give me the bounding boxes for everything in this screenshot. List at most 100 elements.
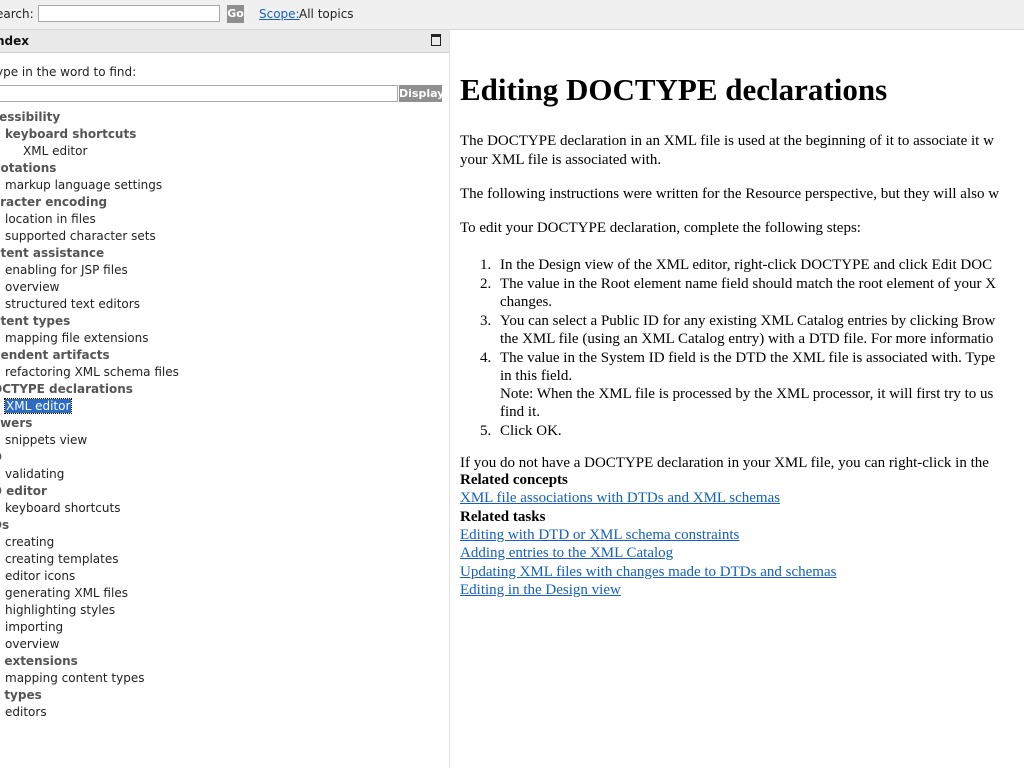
related-concepts-heading: Related concepts <box>460 472 568 488</box>
index-entry-label: e types <box>0 688 42 702</box>
step-text: Note: When the XML file is processed by … <box>500 386 994 402</box>
intro-line-2: your XML file is associated with. <box>460 152 662 168</box>
index-entry[interactable]: creating <box>0 534 449 551</box>
step-item: 4. The value in the System ID field is th… <box>460 349 996 421</box>
index-entry[interactable]: highlighting styles <box>0 602 449 619</box>
index-entry-label: importing <box>5 620 64 634</box>
index-entry[interactable]: editors <box>0 704 449 721</box>
index-entry[interactable]: aracter encoding <box>0 194 449 211</box>
index-title: ndex <box>0 34 30 48</box>
index-entry[interactable]: ntent assistance <box>0 245 449 262</box>
index-entry-label: generating XML files <box>5 586 128 600</box>
maximize-icon[interactable] <box>431 34 441 46</box>
index-entry[interactable]: cessibility <box>0 109 449 126</box>
index-entry[interactable]: mapping content types <box>0 670 449 687</box>
index-entry-label: D editor <box>0 484 47 498</box>
index-entry[interactable]: mapping file extensions <box>0 330 449 347</box>
index-entry[interactable]: D <box>0 449 449 466</box>
index-entry-label: keyboard shortcuts <box>5 501 121 515</box>
index-entry[interactable]: XML editor <box>0 398 449 415</box>
index-entry-label: creating templates <box>5 552 119 566</box>
index-entry[interactable]: Ds <box>0 517 449 534</box>
step-number: 2. <box>480 276 492 292</box>
related-tasks-heading: Related tasks <box>460 509 546 525</box>
index-entry-label: editor icons <box>5 569 76 583</box>
index-list: cessibility keyboard shortcuts XML editor n… <box>0 109 449 721</box>
step-number: 1. <box>480 257 492 273</box>
step-text: The value in the Root element name field… <box>500 276 997 292</box>
related-task-link[interactable]: Updating XML files with changes made to … <box>460 564 836 581</box>
index-entry-label: enabling for JSP files <box>5 263 128 277</box>
index-entry-label: awers <box>0 416 33 430</box>
index-entry[interactable]: D editor <box>0 483 449 500</box>
related-task-link[interactable]: Editing with DTD or XML schema constrain… <box>460 527 739 544</box>
step-number: 5. <box>480 423 492 439</box>
index-entry[interactable]: e extensions <box>0 653 449 670</box>
index-entry-label: ntent assistance <box>0 246 105 260</box>
resource-perspective-note: The following instructions were written … <box>460 186 1000 202</box>
step-item: 1. In the Design view of the XML editor, … <box>460 256 996 274</box>
steps-list: 1. In the Design view of the XML editor, … <box>460 256 996 441</box>
index-entry[interactable]: editor icons <box>0 568 449 585</box>
step-item: 3. You can select a Public ID for any exi… <box>460 312 996 348</box>
index-entry-label: keyboard shortcuts <box>5 127 137 141</box>
index-entry-label: highlighting styles <box>5 603 116 617</box>
step-text: the XML file (using an XML Catalog entry… <box>500 331 994 347</box>
step-text: in this field. <box>500 368 573 384</box>
index-entry-label: aracter encoding <box>0 195 108 209</box>
index-entry[interactable]: OCTYPE declarations <box>0 381 449 398</box>
index-entry[interactable]: supported character sets <box>0 228 449 245</box>
search-input[interactable] <box>38 5 220 22</box>
find-input[interactable] <box>0 85 398 102</box>
index-entry-label: location in files <box>5 212 96 226</box>
related-task-link[interactable]: Editing in the Design view <box>460 582 621 599</box>
index-entry-label: overview <box>5 280 60 294</box>
index-entry[interactable]: XML editor <box>0 143 449 160</box>
index-entry-label: Ds <box>0 518 10 532</box>
index-entry[interactable]: validating <box>0 466 449 483</box>
index-entry[interactable]: e types <box>0 687 449 704</box>
index-entry[interactable]: snippets view <box>0 432 449 449</box>
index-entry-label: mapping file extensions <box>5 331 149 345</box>
display-button[interactable]: Display <box>399 85 444 102</box>
index-entry[interactable]: pendent artifacts <box>0 347 449 364</box>
index-entry[interactable]: awers <box>0 415 449 432</box>
scope-value: All topics <box>299 7 354 21</box>
index-entry[interactable]: refactoring XML schema files <box>0 364 449 381</box>
intro-line-1: The DOCTYPE declaration in an XML file i… <box>460 133 994 149</box>
toolbar: earch: Go Scope: All topics <box>0 0 1024 30</box>
step-item: 2. The value in the Root element name fie… <box>460 275 996 311</box>
index-entry[interactable]: overview <box>0 636 449 653</box>
related-concept-link[interactable]: XML file associations with DTDs and XML … <box>460 490 780 507</box>
step-item: 5. Click OK. <box>460 422 996 440</box>
go-button[interactable]: Go <box>227 5 244 23</box>
index-entry-label: structured text editors <box>5 297 140 311</box>
index-entry-label: ntent types <box>0 314 71 328</box>
index-entry[interactable]: keyboard shortcuts <box>0 500 449 517</box>
index-entry-label: markup language settings <box>5 178 163 192</box>
index-entry-label-selected: XML editor <box>3 398 73 414</box>
index-entry[interactable]: overview <box>0 279 449 296</box>
find-label: ype in the word to find: <box>0 65 137 79</box>
index-entry[interactable]: creating templates <box>0 551 449 568</box>
search-label: earch: <box>0 7 34 21</box>
index-entry[interactable]: notations <box>0 160 449 177</box>
index-entry[interactable]: generating XML files <box>0 585 449 602</box>
article-pane: Editing DOCTYPE declarations The DOCTYPE… <box>450 30 1024 768</box>
index-entry[interactable]: structured text editors <box>0 296 449 313</box>
index-entry-label: OCTYPE declarations <box>0 382 133 396</box>
step-number: 3. <box>480 313 492 329</box>
step-text: You can select a Public ID for any exist… <box>500 313 996 329</box>
step-text: changes. <box>500 294 553 310</box>
scope-link[interactable]: Scope: <box>259 7 300 21</box>
index-entry[interactable]: importing <box>0 619 449 636</box>
index-header: ndex <box>0 30 449 53</box>
index-entry[interactable]: ntent types <box>0 313 449 330</box>
index-entry[interactable]: markup language settings <box>0 177 449 194</box>
index-entry[interactable]: enabling for JSP files <box>0 262 449 279</box>
index-entry-label: creating <box>5 535 55 549</box>
step-number: 4. <box>480 350 492 366</box>
index-entry[interactable]: keyboard shortcuts <box>0 126 449 143</box>
related-task-link[interactable]: Adding entries to the XML Catalog <box>460 545 673 562</box>
index-entry[interactable]: location in files <box>0 211 449 228</box>
